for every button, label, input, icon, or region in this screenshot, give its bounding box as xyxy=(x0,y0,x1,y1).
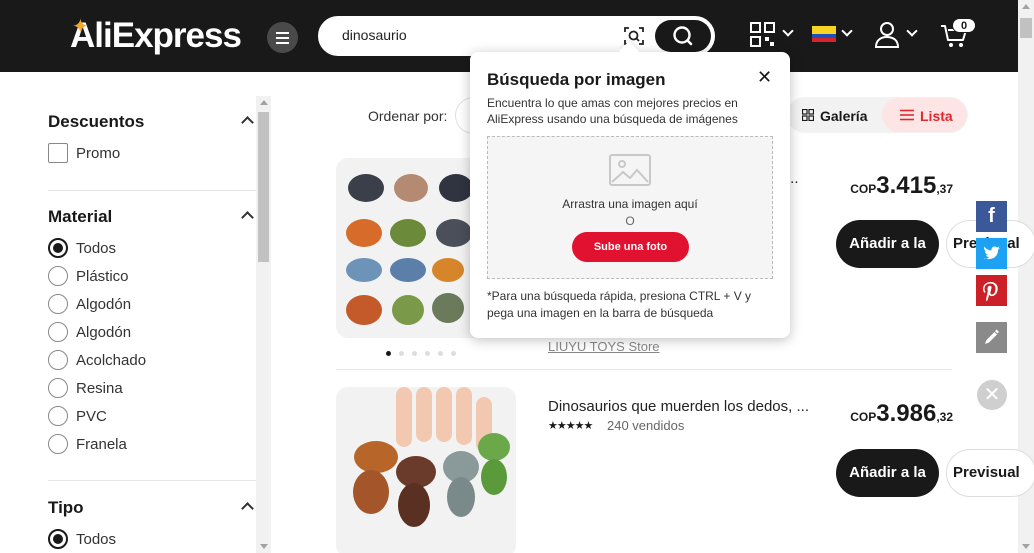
filter-title-tipo: Tipo xyxy=(48,498,84,517)
store-link[interactable]: LIUYU TOYS Store xyxy=(548,339,660,354)
or-text: O xyxy=(625,214,635,228)
promo-checkbox[interactable] xyxy=(48,143,68,163)
close-icon[interactable]: ✕ xyxy=(757,67,772,88)
add-to-cart-button[interactable]: Añadir a la xyxy=(836,220,939,268)
image-carousel-dots[interactable] xyxy=(386,343,464,361)
scroll-up-arrow-icon[interactable] xyxy=(260,100,268,105)
chevron-down-icon xyxy=(906,25,918,37)
gallery-grid-icon xyxy=(802,109,814,121)
sold-count: 240 vendidos xyxy=(607,418,685,433)
upload-photo-button[interactable]: Sube una foto xyxy=(572,232,689,262)
sidebar-scrollbar[interactable] xyxy=(256,96,271,553)
logo-spark-icon: ✦ xyxy=(72,16,89,38)
option-label[interactable]: Todos xyxy=(76,240,116,257)
sidebar-scroll-thumb[interactable] xyxy=(258,112,269,262)
popup-hint: *Para una búsqueda rápida, presiona CTRL… xyxy=(487,289,752,320)
qr-code-icon[interactable] xyxy=(750,20,776,50)
search-button[interactable] xyxy=(655,20,711,52)
logo-text: AliExpress xyxy=(70,16,242,55)
product-price: COP3.986,32 xyxy=(850,400,953,427)
filter-title-descuentos: Descuentos xyxy=(48,112,145,131)
option-label[interactable]: Algodón xyxy=(76,296,131,313)
menu-button[interactable] xyxy=(267,22,298,53)
filter-divider xyxy=(48,480,256,481)
collapse-chevron-icon[interactable] xyxy=(241,502,254,515)
flag-colombia-icon[interactable] xyxy=(812,26,836,42)
chevron-down-icon xyxy=(841,25,853,37)
search-input[interactable] xyxy=(342,27,602,43)
option-label[interactable]: Plástico xyxy=(76,268,129,285)
drop-text: Arrastra una imagen aquí xyxy=(562,197,698,211)
radio-material-todos[interactable] xyxy=(48,238,68,258)
aliexpress-logo[interactable]: ✦ AliExpress xyxy=(70,16,242,56)
option-label[interactable]: Acolchado xyxy=(76,352,146,369)
rating-stars-icon: ★★★★★ xyxy=(548,420,593,432)
scroll-down-arrow-icon[interactable] xyxy=(260,544,268,549)
user-icon[interactable] xyxy=(874,20,900,50)
image-search-popup: Búsqueda por imagen ✕ Encuentra lo que a… xyxy=(470,52,790,338)
view-gallery-button[interactable]: Galería xyxy=(820,108,867,124)
product-image[interactable] xyxy=(336,387,516,553)
close-share-icon[interactable]: ✕ xyxy=(977,380,1007,410)
sort-label: Ordenar por: xyxy=(368,108,448,124)
radio-material-pvc[interactable] xyxy=(48,406,68,426)
option-label[interactable]: Franela xyxy=(76,436,127,453)
filter-divider xyxy=(48,190,256,191)
search-bar xyxy=(318,16,715,56)
collapse-chevron-icon[interactable] xyxy=(241,116,254,129)
page-scroll-thumb[interactable] xyxy=(1020,18,1032,38)
filter-title-material: Material xyxy=(48,207,113,226)
finger-dinosaurs-image xyxy=(353,387,510,527)
radio-material-acolchado[interactable] xyxy=(48,350,68,370)
view-list-label[interactable]: Lista xyxy=(920,108,953,124)
preview-button[interactable]: Previsual xyxy=(946,449,1034,497)
chevron-down-icon xyxy=(782,25,794,37)
search-icon xyxy=(673,26,693,46)
cart-count-badge: 0 xyxy=(952,18,976,33)
product-price: COP3.415,37 xyxy=(850,172,953,199)
promo-label[interactable]: Promo xyxy=(76,145,120,162)
product-divider xyxy=(336,369,952,370)
popup-title: Búsqueda por imagen xyxy=(487,70,666,89)
radio-tipo-todos[interactable] xyxy=(48,529,68,549)
scroll-down-arrow-icon[interactable] xyxy=(1022,544,1030,549)
twitter-icon[interactable] xyxy=(976,238,1007,269)
scroll-up-arrow-icon[interactable] xyxy=(1022,4,1030,9)
add-to-cart-button[interactable]: Añadir a la xyxy=(836,449,939,497)
radio-material-plastico[interactable] xyxy=(48,266,68,286)
radio-material-franela[interactable] xyxy=(48,434,68,454)
option-label[interactable]: Resina xyxy=(76,380,123,397)
pinterest-icon[interactable] xyxy=(976,275,1007,306)
facebook-icon[interactable]: f xyxy=(976,201,1007,232)
option-label[interactable]: Todos xyxy=(76,531,116,548)
option-label[interactable]: PVC xyxy=(76,408,107,425)
product-title[interactable]: Dinosaurios que muerden los dedos, ... xyxy=(548,398,809,415)
list-icon xyxy=(900,109,914,121)
popup-description: Encuentra lo que amas con mejores precio… xyxy=(487,96,738,126)
radio-material-algodon[interactable] xyxy=(48,294,68,314)
image-drop-zone[interactable]: Arrastra una imagen aquí O Sube una foto xyxy=(487,136,773,279)
image-placeholder-icon xyxy=(609,154,651,186)
radio-material-algodon-2[interactable] xyxy=(48,322,68,342)
option-label[interactable]: Algodón xyxy=(76,324,131,341)
collapse-chevron-icon[interactable] xyxy=(241,211,254,224)
radio-material-resina[interactable] xyxy=(48,378,68,398)
edit-icon[interactable] xyxy=(976,322,1007,353)
